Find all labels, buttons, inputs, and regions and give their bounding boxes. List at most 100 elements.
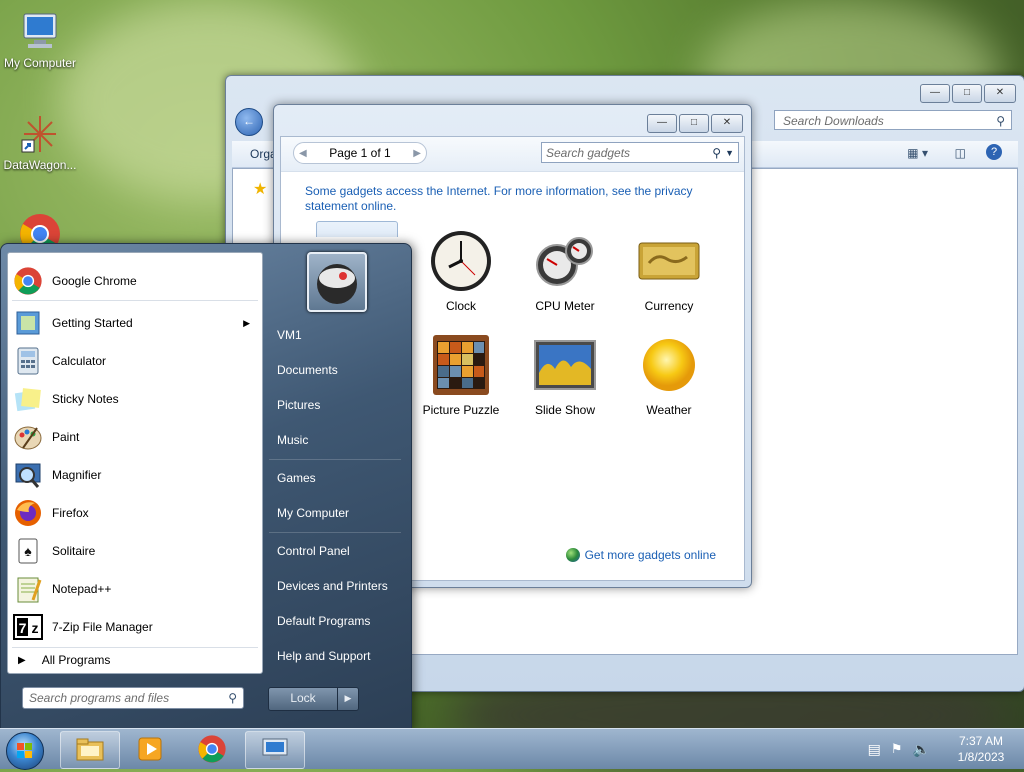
maximize-icon[interactable]: □ (952, 84, 982, 103)
start-menu[interactable]: Google Chrome Getting Started ▶ Calculat… (0, 243, 412, 730)
next-page-icon[interactable]: ▶ (413, 148, 421, 159)
previous-page-icon[interactable]: ◀ (299, 148, 307, 159)
documents-link[interactable]: Documents (277, 363, 338, 377)
program-magnifier[interactable]: Magnifier (12, 457, 258, 493)
start-search-input[interactable]: Search programs and files ⚲ (22, 687, 244, 709)
taskbar-media-player-button[interactable] (120, 731, 180, 769)
chevron-down-icon[interactable]: ▼ (725, 148, 734, 158)
system-tray: ▤ ⚑ 🔈 7:37 AM 1/8/2023 (863, 729, 1024, 769)
datawagon-shortcut-icon (18, 112, 62, 156)
getting-started-icon (12, 307, 44, 339)
preview-pane-icon[interactable]: ◫ (955, 146, 966, 160)
program-solitaire[interactable]: ♠ Solitaire (12, 533, 258, 569)
action-center-icon[interactable]: ⚑ (891, 741, 903, 757)
devices-printers-link[interactable]: Devices and Printers (277, 579, 388, 593)
weather-gadget-icon (637, 333, 701, 397)
program-sticky-notes[interactable]: Sticky Notes (12, 381, 258, 417)
explorer-search-placeholder: Search Downloads (783, 114, 884, 128)
program-label: Solitaire (52, 544, 96, 558)
gadgets-toolbar: ◀ Page 1 of 1 ▶ Search gadgets ⚲ ▼ (281, 137, 744, 172)
all-programs-button[interactable]: ▶ All Programs (18, 653, 110, 667)
gadget-label: Weather (646, 403, 692, 417)
desktop-icon-my-computer[interactable]: My Computer (0, 10, 80, 70)
gadget-weather[interactable]: Weather (617, 333, 721, 417)
volume-icon[interactable]: 🔈 (913, 741, 930, 758)
program-label: Paint (52, 430, 80, 444)
avatar[interactable] (307, 252, 367, 312)
gadget-slide-show[interactable]: Slide Show (513, 333, 617, 417)
minimize-icon[interactable]: — (920, 84, 950, 103)
control-panel-link[interactable]: Control Panel (277, 544, 350, 558)
user-folder-link[interactable]: VM1 (277, 328, 302, 342)
notepadpp-icon (12, 573, 44, 605)
program-label: Sticky Notes (52, 392, 119, 406)
program-label: Calculator (52, 354, 107, 368)
solitaire-icon: ♠ (12, 535, 44, 567)
gadgets-pager: ◀ Page 1 of 1 ▶ (293, 142, 427, 164)
submenu-arrow-icon[interactable]: ▶ (243, 318, 250, 329)
all-programs-label: All Programs (41, 653, 111, 667)
games-link[interactable]: Games (277, 471, 316, 485)
program-7zip[interactable]: 7z 7-Zip File Manager (12, 609, 258, 645)
cpu-meter-gadget-icon (533, 229, 597, 293)
paint-icon (12, 421, 44, 453)
privacy-info-link[interactable]: Some gadgets access the Internet. For mo… (305, 184, 725, 214)
help-icon[interactable]: ? (986, 144, 1002, 160)
lock-button-group: Lock ▶ (268, 687, 359, 711)
program-paint[interactable]: Paint (12, 419, 258, 455)
default-programs-link[interactable]: Default Programs (277, 614, 370, 628)
gadget-clock[interactable]: Clock (409, 229, 513, 313)
program-label: Getting Started (52, 316, 133, 330)
pictures-link[interactable]: Pictures (277, 398, 320, 412)
gadget-currency[interactable]: Currency (617, 229, 721, 313)
program-label: Firefox (52, 506, 89, 520)
clock[interactable]: 7:37 AM 1/8/2023 (938, 733, 1024, 765)
my-computer-link[interactable]: My Computer (277, 506, 349, 520)
gadgets-search-placeholder: Search gadgets (546, 145, 631, 160)
gadgets-search-input[interactable]: Search gadgets ⚲ ▼ (541, 142, 739, 163)
gadget-cpu-meter[interactable]: CPU Meter (513, 229, 617, 313)
program-firefox[interactable]: Firefox (12, 495, 258, 531)
view-options-icon[interactable]: ▦ ▾ (907, 146, 928, 160)
chrome-icon (12, 265, 44, 297)
sevenzip-icon: 7z (12, 611, 44, 643)
explorer-search-input[interactable]: Search Downloads ⚲ (774, 110, 1012, 130)
minimize-icon[interactable]: — (647, 114, 677, 133)
program-google-chrome[interactable]: Google Chrome (12, 263, 258, 299)
start-button[interactable] (6, 732, 44, 770)
close-icon[interactable]: ✕ (711, 114, 743, 133)
gadget-label: Slide Show (534, 403, 596, 417)
separator (269, 532, 401, 533)
clock-gadget-icon (429, 229, 493, 293)
pager-label: Page 1 of 1 (329, 146, 391, 160)
picture-puzzle-gadget-icon (429, 333, 493, 397)
favorites-star-icon[interactable]: ★ (253, 179, 267, 199)
desktop-icon-label: DataWagon... (3, 158, 77, 172)
program-notepadpp[interactable]: Notepad++ (12, 571, 258, 607)
program-label: Notepad++ (52, 582, 112, 596)
get-more-gadgets-label: Get more gadgets online (584, 548, 716, 562)
shutdown-options-arrow-icon[interactable]: ▶ (337, 688, 358, 710)
triangle-right-icon: ▶ (18, 654, 26, 666)
gadget-calendar[interactable] (305, 221, 409, 237)
gadget-picture-puzzle[interactable]: Picture Puzzle (409, 333, 513, 417)
program-calculator[interactable]: Calculator (12, 343, 258, 379)
gadget-label: Clock (445, 299, 476, 313)
lock-button[interactable]: Lock (269, 688, 337, 710)
back-button[interactable]: ← (235, 108, 263, 136)
maximize-icon[interactable]: □ (679, 114, 709, 133)
program-getting-started[interactable]: Getting Started ▶ (12, 305, 258, 341)
separator (269, 459, 401, 460)
taskbar-remote-desktop-button[interactable] (245, 731, 305, 769)
get-more-gadgets-link[interactable]: Get more gadgets online (565, 548, 716, 562)
media-player-icon (136, 735, 164, 766)
taskbar-explorer-button[interactable] (60, 731, 120, 769)
music-link[interactable]: Music (277, 433, 308, 447)
close-icon[interactable]: ✕ (984, 84, 1016, 103)
taskbar-chrome-button[interactable] (182, 731, 242, 769)
globe-icon (565, 548, 580, 562)
network-icon[interactable]: ▤ (868, 741, 881, 758)
desktop-icon-datawagon[interactable]: DataWagon... (0, 112, 80, 172)
gadget-label: Currency (644, 299, 694, 313)
help-support-link[interactable]: Help and Support (277, 649, 370, 663)
